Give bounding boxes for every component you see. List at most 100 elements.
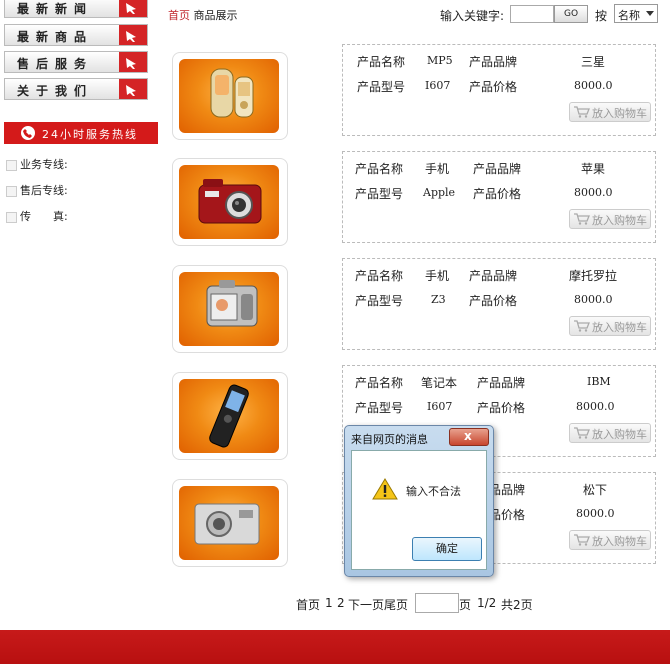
slider-phone-image (209, 384, 249, 448)
search-label: 输入关键字: (440, 9, 505, 23)
product-price-value: 8000.0 (574, 293, 613, 306)
product-image[interactable] (172, 52, 288, 140)
product-card: 产品名称 手机 产品品牌 苹果 产品型号 Apple 产品价格 8000.0 放… (342, 151, 656, 243)
add-to-cart-button[interactable]: 放入购物车 (569, 102, 651, 122)
breadcrumb: 首页 商品展示 (168, 7, 238, 23)
product-brand-label: 产品品牌 (477, 376, 526, 390)
dialog-message: 输入不合法 (406, 485, 461, 498)
product-price-label: 产品价格 (473, 187, 522, 201)
product-brand-value: 苹果 (581, 162, 606, 176)
contact-label: 售后专线: (20, 184, 68, 197)
alert-dialog: 来自网页的消息 x 输入不合法 确定 (344, 425, 494, 577)
product-name-value: 手机 (425, 269, 450, 283)
dialog-body: 输入不合法 确定 (351, 450, 487, 570)
product-brand-value: 松下 (583, 483, 608, 497)
pager-page-2[interactable]: 2 (337, 596, 345, 610)
product-brand-label: 产品品牌 (473, 162, 522, 176)
contact-aftersales: 售后专线: (6, 182, 68, 198)
arrow-icon (119, 25, 147, 45)
close-icon: x (464, 429, 472, 443)
contact-business: 业务专线: (6, 156, 68, 172)
add-to-cart-label: 放入购物车 (592, 535, 647, 548)
product-name-value: 手机 (425, 162, 450, 176)
add-to-cart-label: 放入购物车 (592, 321, 647, 334)
product-image[interactable] (172, 479, 288, 567)
product-brand-value: IBM (587, 375, 611, 388)
add-to-cart-button[interactable]: 放入购物车 (569, 530, 651, 550)
product-price-label: 产品价格 (477, 401, 526, 415)
sidebar-item-about[interactable]: 关于我们 (4, 78, 148, 100)
arrow-icon (119, 52, 147, 72)
sidebar-item-products[interactable]: 最新商品 (4, 24, 148, 46)
product-brand-value: 三星 (581, 55, 606, 69)
sidebar-item-news[interactable]: 最新新闻 (4, 0, 148, 18)
product-price-value: 8000.0 (574, 79, 613, 92)
compact-camera-image (194, 503, 260, 545)
search-input[interactable] (510, 5, 554, 23)
cart-icon (574, 213, 590, 225)
bullet-icon (6, 185, 17, 197)
product-price-label: 产品价格 (469, 294, 518, 308)
page-jump-input[interactable] (415, 593, 459, 613)
pager-next[interactable]: 下一页 (348, 596, 384, 613)
mp5-player-image (210, 68, 254, 118)
product-image[interactable] (172, 372, 288, 460)
sidebar-item-label: 最新商品 (17, 30, 94, 44)
breadcrumb-home-link[interactable]: 首页 (168, 9, 190, 22)
pager-last[interactable]: 尾页 (384, 596, 408, 613)
pager-first[interactable]: 首页 (296, 596, 320, 613)
add-to-cart-label: 放入购物车 (592, 107, 647, 120)
warning-icon (372, 478, 398, 500)
product-brand-label: 产品品牌 (469, 269, 518, 283)
hotline-banner: 24小时服务热线 (4, 122, 158, 144)
sidebar-item-service[interactable]: 售后服务 (4, 51, 148, 73)
add-to-cart-button[interactable]: 放入购物车 (569, 316, 651, 336)
product-name-value: MP5 (427, 54, 453, 67)
add-to-cart-button[interactable]: 放入购物车 (569, 423, 651, 443)
product-card: 产品名称 手机 产品品牌 摩托罗拉 产品型号 Z3 产品价格 8000.0 放入… (342, 258, 656, 350)
bullet-icon (6, 159, 17, 171)
product-image[interactable] (172, 265, 288, 353)
add-to-cart-label: 放入购物车 (592, 214, 647, 227)
chevron-down-icon (646, 11, 654, 16)
product-brand-label: 产品品牌 (469, 55, 518, 69)
dialog-title: 来自网页的消息 (351, 433, 428, 446)
product-name-label: 产品名称 (357, 55, 406, 69)
contact-label: 业务专线: (20, 158, 68, 171)
sidebar-item-label: 最新新闻 (17, 2, 94, 16)
hotline-label: 24小时服务热线 (42, 128, 138, 141)
phone-image (206, 280, 258, 327)
product-name-label: 产品名称 (355, 162, 404, 176)
search-field-select[interactable]: 名称 (614, 4, 658, 23)
product-model-value: I607 (425, 79, 451, 92)
breadcrumb-current: 商品展示 (193, 9, 238, 22)
product-price-value: 8000.0 (576, 507, 615, 520)
pager-status: 1/2 (477, 596, 497, 610)
search-go-button[interactable]: GO (554, 5, 588, 23)
product-card: 产品名称 MP5 产品品牌 三星 产品型号 I607 产品价格 8000.0 放… (342, 44, 656, 136)
dialog-ok-button[interactable]: 确定 (412, 537, 482, 561)
product-price-value: 8000.0 (574, 186, 613, 199)
pager-page-1: 1 (325, 596, 333, 610)
contact-fax: 传 真: (6, 208, 68, 224)
arrow-icon (119, 0, 147, 17)
footer-bar (0, 630, 670, 664)
sidebar-item-label: 售后服务 (17, 57, 94, 71)
pager-page-word: 页 (459, 598, 472, 612)
product-image[interactable] (172, 158, 288, 246)
add-to-cart-label: 放入购物车 (592, 428, 647, 441)
arrow-icon (119, 79, 147, 99)
sidebar-item-label: 关于我们 (17, 84, 94, 98)
bullet-icon (6, 211, 17, 223)
product-model-label: 产品型号 (355, 187, 404, 201)
add-to-cart-button[interactable]: 放入购物车 (569, 209, 651, 229)
product-price-label: 产品价格 (469, 80, 518, 94)
product-name-label: 产品名称 (355, 376, 404, 390)
product-brand-value: 摩托罗拉 (569, 269, 618, 283)
search-by-label: 按 (595, 9, 608, 23)
contact-label: 传 真: (20, 210, 68, 223)
cart-icon (574, 534, 590, 546)
dialog-close-button[interactable]: x (449, 428, 489, 446)
search-field-value: 名称 (618, 9, 640, 22)
product-name-label: 产品名称 (355, 269, 404, 283)
